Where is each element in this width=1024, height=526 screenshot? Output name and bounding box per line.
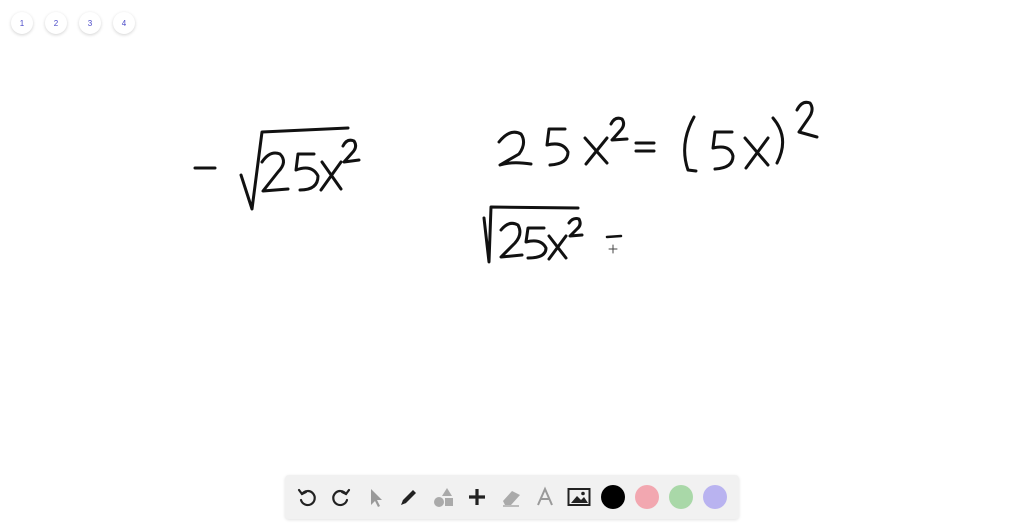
color-swatch-pink[interactable] xyxy=(635,485,659,509)
pen-icon[interactable] xyxy=(395,483,423,511)
handwritten-identity-expression xyxy=(497,100,819,173)
shapes-icon[interactable] xyxy=(429,483,457,511)
handwritten-neg-sqrt-expression xyxy=(193,126,361,211)
select-pointer-icon[interactable] xyxy=(361,483,389,511)
color-swatch-green[interactable] xyxy=(669,485,693,509)
redo-icon[interactable] xyxy=(327,483,355,511)
handwritten-sqrt-expression xyxy=(482,205,623,264)
drawing-toolbar xyxy=(285,475,739,519)
add-icon[interactable] xyxy=(463,483,491,511)
undo-icon[interactable] xyxy=(293,483,321,511)
handwriting-layer xyxy=(193,100,819,264)
text-icon[interactable] xyxy=(531,483,559,511)
crosshair-cursor xyxy=(608,244,618,254)
image-icon[interactable] xyxy=(565,483,593,511)
color-swatch-purple[interactable] xyxy=(703,485,727,509)
color-swatch-black[interactable] xyxy=(601,485,625,509)
eraser-icon[interactable] xyxy=(497,483,525,511)
whiteboard-canvas[interactable] xyxy=(0,0,1024,470)
